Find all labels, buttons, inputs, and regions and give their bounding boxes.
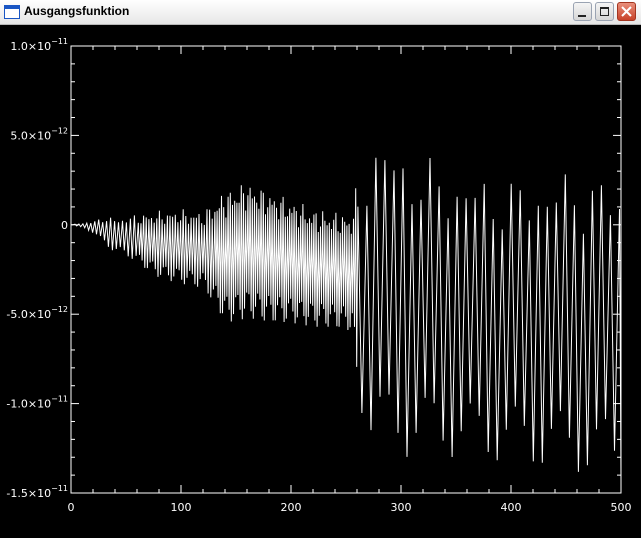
y-tick-label: -1.0×10−11 — [6, 395, 68, 411]
minimize-button[interactable] — [573, 2, 592, 21]
window-icon — [4, 5, 20, 19]
minimize-icon — [578, 15, 586, 17]
y-tick-label: -5.0×10−12 — [6, 305, 68, 321]
x-tick-label: 200 — [281, 501, 302, 514]
maximize-button[interactable] — [595, 2, 614, 21]
x-tick-label: 500 — [611, 501, 632, 514]
plot-area: 0 100 200 300 400 500 1.0×10−11 5.0×10−12 0 -5.0×… — [6, 37, 632, 514]
x-tick-label: 100 — [171, 501, 192, 514]
series-line — [71, 157, 622, 480]
close-icon — [621, 6, 632, 17]
x-tick-label: 300 — [391, 501, 412, 514]
maximize-icon — [600, 7, 609, 16]
window: Ausgangsfunktion 0 100 200 300 400 500 1.0×10−… — [0, 0, 641, 538]
y-tick-label: -1.5×10−11 — [6, 484, 68, 500]
x-tick-label: 400 — [501, 501, 522, 514]
y-tick-label: 1.0×10−11 — [10, 37, 68, 53]
x-tick-label: 0 — [68, 501, 75, 514]
window-title: Ausgangsfunktion — [24, 4, 130, 18]
series-marks — [71, 157, 622, 480]
close-button[interactable] — [617, 2, 636, 21]
y-tick-label: 5.0×10−12 — [10, 126, 68, 142]
y-tick-label: 0 — [61, 219, 68, 232]
title-bar[interactable]: Ausgangsfunktion — [0, 0, 641, 25]
